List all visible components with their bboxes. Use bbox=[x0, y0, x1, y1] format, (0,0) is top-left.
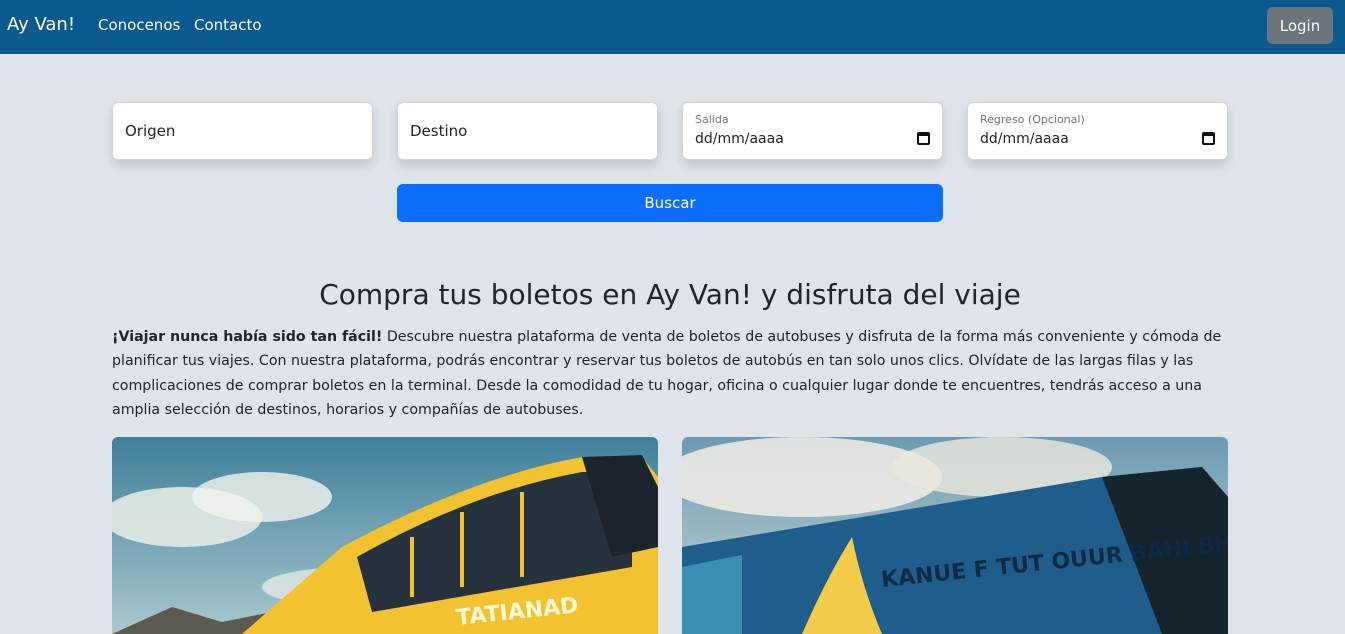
departure-label: Salida bbox=[695, 113, 729, 126]
blue-bus-image: KANUE F TUT OUUR BAHI BHAANUR bbox=[682, 437, 1228, 634]
return-date-input[interactable]: Regreso (Opcional) dd/mm/aaaa bbox=[967, 102, 1228, 160]
nav-link-conocenos[interactable]: Conocenos bbox=[98, 16, 180, 34]
origin-input[interactable]: Origen bbox=[112, 102, 373, 160]
return-label: Regreso (Opcional) bbox=[980, 113, 1085, 126]
departure-date-input[interactable]: Salida dd/mm/aaaa bbox=[682, 102, 943, 160]
calendar-icon[interactable] bbox=[1202, 132, 1215, 145]
hero-title: Compra tus boletos en Ay Van! y disfruta… bbox=[319, 278, 1021, 311]
calendar-icon[interactable] bbox=[917, 132, 930, 145]
login-button[interactable]: Login bbox=[1267, 7, 1333, 44]
nav-link-contacto[interactable]: Contacto bbox=[194, 16, 262, 34]
brand-link[interactable]: Ay Van! bbox=[7, 14, 75, 35]
destination-placeholder: Destino bbox=[410, 122, 468, 140]
hero-lead-bold: ¡Viajar nunca había sido tan fácil! bbox=[112, 329, 383, 345]
navbar: Ay Van! Conocenos Contacto Login bbox=[0, 0, 1345, 54]
search-button[interactable]: Buscar bbox=[397, 184, 943, 222]
return-date-value: dd/mm/aaaa bbox=[980, 131, 1069, 147]
departure-date-value: dd/mm/aaaa bbox=[695, 131, 784, 147]
origin-placeholder: Origen bbox=[125, 122, 176, 140]
destination-input[interactable]: Destino bbox=[397, 102, 658, 160]
hero-paragraph: ¡Viajar nunca había sido tan fácil! Desc… bbox=[112, 325, 1230, 422]
yellow-bus-image: TATIANAD bbox=[112, 437, 658, 634]
